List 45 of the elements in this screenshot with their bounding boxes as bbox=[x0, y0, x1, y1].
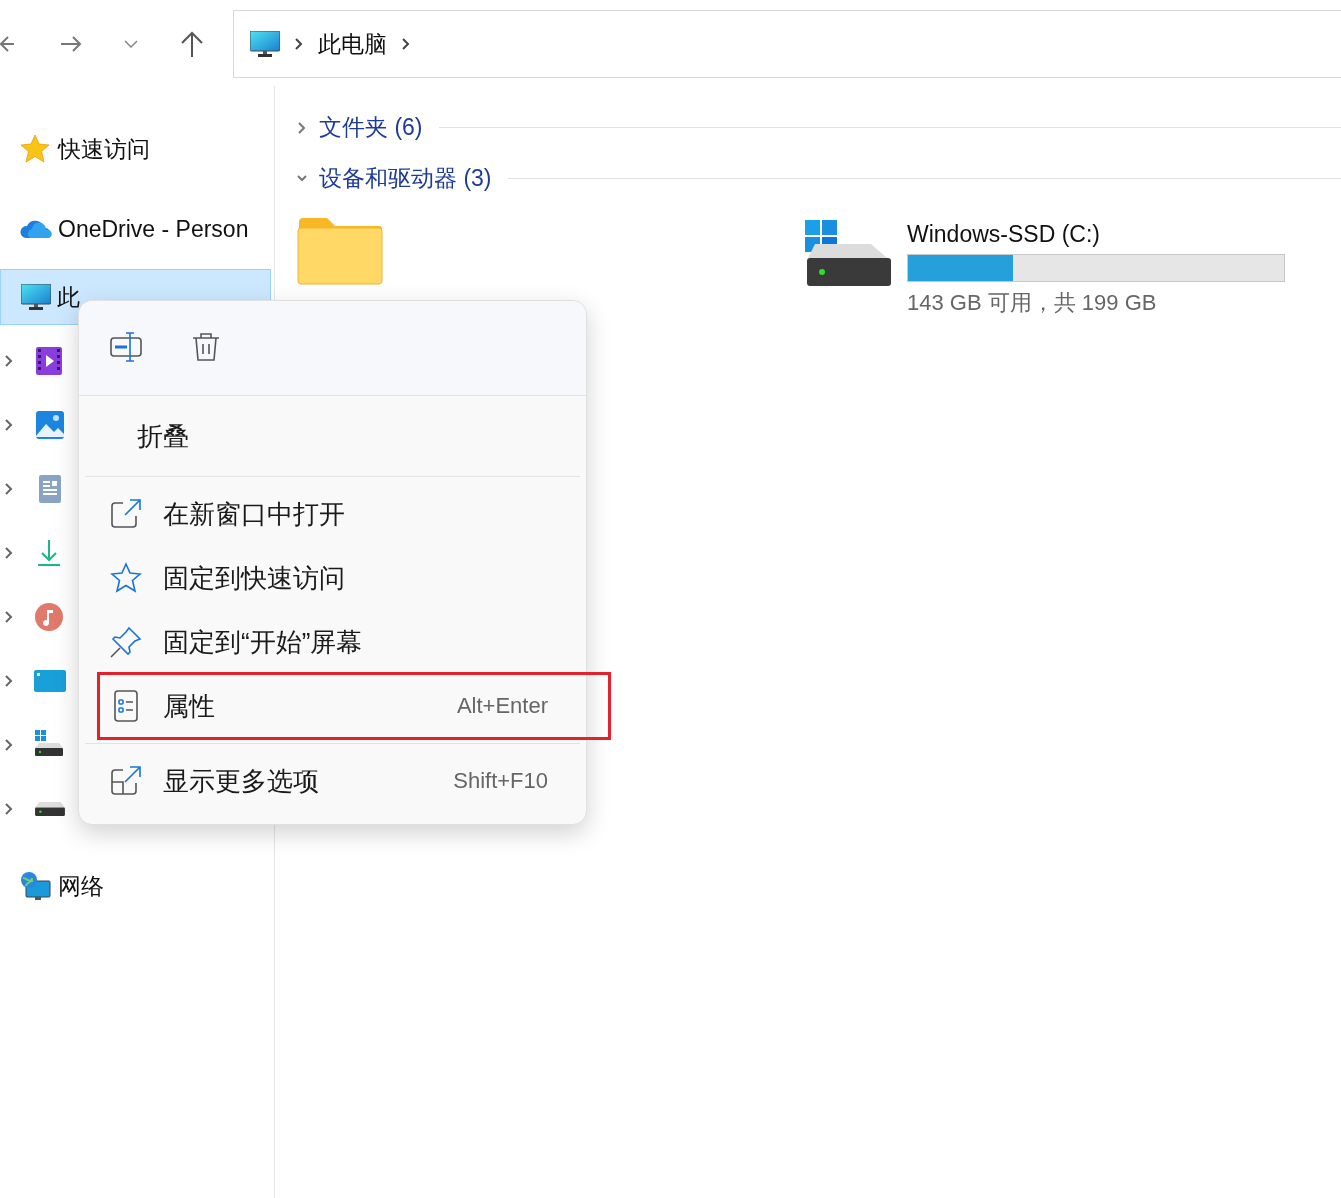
computer-icon bbox=[250, 31, 280, 57]
expand-chevron-icon[interactable] bbox=[4, 546, 14, 560]
star-icon bbox=[109, 561, 143, 595]
nav-item[interactable]: 快速访问 bbox=[58, 133, 150, 165]
open-window-icon bbox=[109, 497, 143, 531]
expand-chevron-icon[interactable] bbox=[4, 738, 14, 752]
section-header[interactable]: 文件夹 (6) bbox=[319, 112, 423, 143]
breadcrumb-item[interactable]: 此电脑 bbox=[318, 28, 387, 60]
expand-chevron-icon[interactable] bbox=[4, 674, 14, 688]
shortcut-text: Shift+F10 bbox=[453, 768, 548, 794]
nav-item[interactable]: 此 bbox=[57, 281, 80, 313]
nav-item[interactable]: 网络 bbox=[58, 870, 104, 902]
breadcrumb-chevron-icon[interactable] bbox=[401, 37, 411, 51]
expand-chevron-icon[interactable] bbox=[4, 418, 14, 432]
rename-icon[interactable] bbox=[109, 331, 143, 365]
address-bar[interactable]: 此电脑 bbox=[233, 10, 1341, 78]
nav-item[interactable]: OneDrive - Person bbox=[58, 215, 249, 243]
menu-item[interactable]: 固定到“开始”屏幕 bbox=[85, 610, 580, 674]
breadcrumb-chevron-icon[interactable] bbox=[294, 37, 304, 51]
pin-icon bbox=[109, 625, 143, 659]
star-icon bbox=[20, 134, 52, 164]
menu-item[interactable]: 在新窗口中打开 bbox=[85, 482, 580, 546]
computer-icon bbox=[21, 284, 51, 310]
free-space-text: 143 GB 可用，共 199 GB bbox=[907, 289, 1158, 317]
expand-chevron-icon[interactable] bbox=[4, 802, 14, 816]
more-options-icon bbox=[109, 764, 143, 798]
music-icon bbox=[34, 602, 66, 632]
menu-item[interactable]: 显示更多选项 Shift+F10 bbox=[85, 749, 580, 813]
expand-chevron-icon[interactable] bbox=[4, 482, 14, 496]
drive-icon bbox=[34, 802, 66, 816]
forward-icon[interactable] bbox=[60, 34, 82, 54]
menu-item[interactable]: 属性 Alt+Enter bbox=[85, 674, 580, 738]
network-icon bbox=[20, 871, 52, 901]
menu-item[interactable]: 固定到快速访问 bbox=[85, 546, 580, 610]
section-chevron-icon[interactable] bbox=[297, 120, 307, 135]
shortcut-text: Alt+Enter bbox=[456, 693, 548, 719]
picture-icon bbox=[34, 410, 66, 440]
expand-chevron-icon[interactable] bbox=[4, 610, 14, 624]
up-icon[interactable] bbox=[180, 31, 204, 57]
expand-chevron-icon[interactable] bbox=[4, 354, 14, 368]
section-header[interactable]: 设备和驱动器 (3) bbox=[319, 163, 492, 194]
recent-caret-icon[interactable] bbox=[124, 40, 138, 48]
drive-name: Windows-SSD (C:) bbox=[907, 221, 1101, 248]
back-icon[interactable] bbox=[0, 34, 14, 54]
menu-item[interactable]: 折叠 bbox=[79, 404, 586, 468]
